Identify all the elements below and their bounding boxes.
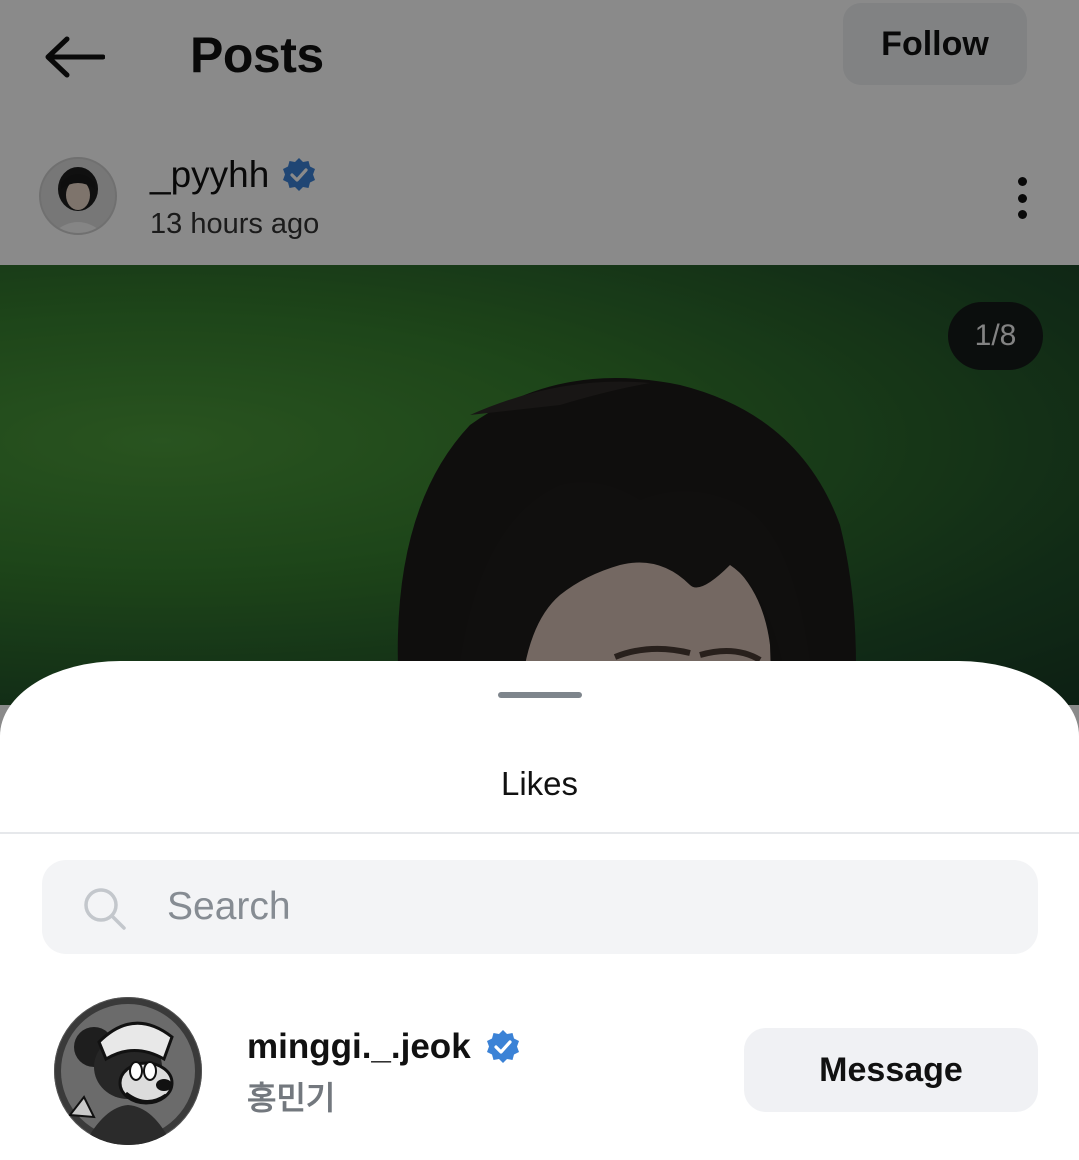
sheet-divider [0, 832, 1079, 834]
search-input[interactable] [167, 860, 1007, 954]
user-username: minggi._.jeok [247, 1027, 471, 1066]
user-name-group: minggi._.jeok [247, 1027, 521, 1067]
avatar-image [54, 997, 202, 1145]
likes-bottom-sheet: Likes Search minggi._.jeok 홍민기 Message [0, 661, 1079, 1160]
search-icon [84, 888, 126, 930]
avatar[interactable] [54, 997, 202, 1145]
search-bar[interactable] [42, 860, 1038, 954]
sheet-title: Likes [500, 765, 579, 802]
message-button[interactable]: Message [744, 1028, 1038, 1112]
list-item[interactable]: minggi._.jeok 홍민기 Message [0, 993, 1079, 1153]
user-display-name: 홍민기 [247, 1080, 336, 1116]
verified-badge-icon [486, 1030, 519, 1063]
sheet-drag-handle[interactable] [498, 692, 582, 698]
